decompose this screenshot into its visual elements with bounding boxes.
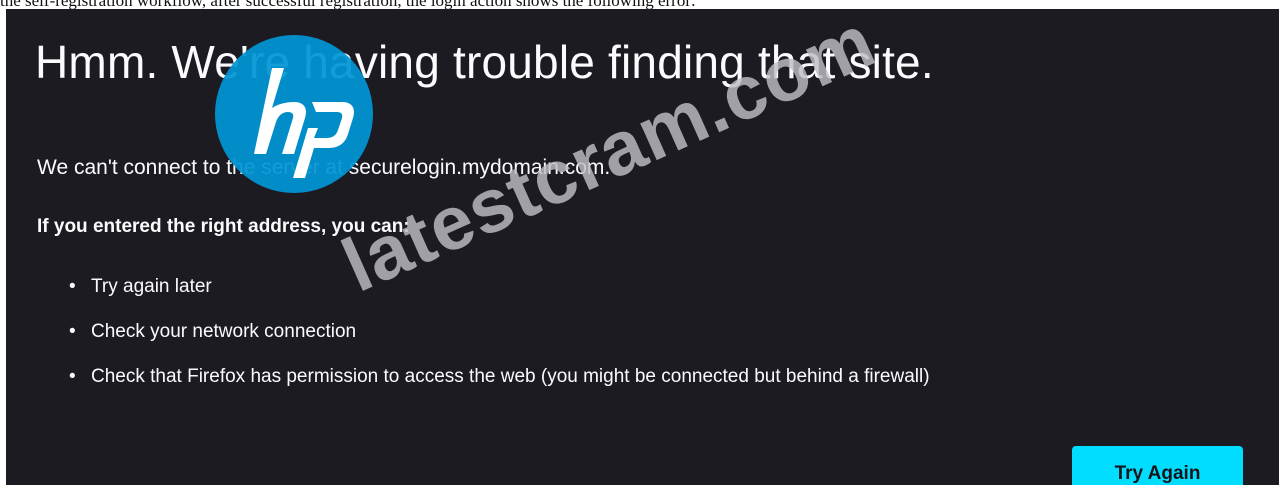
error-page: Hmm. We're having trouble finding that s… bbox=[6, 9, 1279, 485]
hp-logo-icon bbox=[215, 35, 373, 193]
suggestion-item: • Check your network connection bbox=[69, 309, 930, 354]
suggestion-item: • Check that Firefox has permission to a… bbox=[69, 354, 930, 399]
error-title: Hmm. We're having trouble finding that s… bbox=[35, 36, 934, 88]
try-again-button[interactable]: Try Again bbox=[1072, 446, 1243, 485]
bullet-icon: • bbox=[69, 321, 76, 342]
suggestion-text: Try again later bbox=[91, 276, 212, 297]
suggestion-text: Check that Firefox has permission to acc… bbox=[91, 366, 930, 387]
suggestions-prompt: If you entered the right address, you ca… bbox=[37, 216, 410, 237]
suggestion-text: Check your network connection bbox=[91, 321, 357, 342]
suggestion-item: • Try again later bbox=[69, 264, 930, 309]
bullet-icon: • bbox=[69, 366, 76, 387]
suggestions-list: • Try again later • Check your network c… bbox=[69, 264, 930, 399]
bullet-icon: • bbox=[69, 276, 76, 297]
